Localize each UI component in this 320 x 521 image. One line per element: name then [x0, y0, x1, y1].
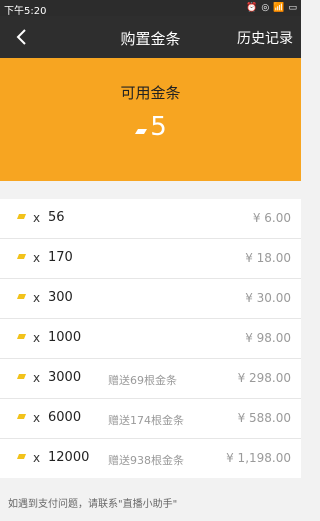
status-icons: ⏰ ◎ 📶 ▭	[246, 1, 297, 15]
list-item[interactable]: x 170 ¥ 18.00	[0, 239, 301, 279]
gold-bar-icon	[17, 414, 26, 419]
row-price: ¥ 98.00	[245, 331, 291, 345]
row-qty: 12000	[48, 450, 90, 465]
gold-bar-icon	[17, 254, 26, 259]
balance-panel: 可用金条 5	[0, 58, 301, 181]
row-price: ¥ 1,198.00	[226, 451, 291, 465]
footer: 如遇到支付问题，请联系"直播小助手"	[0, 485, 301, 521]
gold-bar-icon	[135, 129, 148, 134]
gold-bar-icon	[17, 214, 26, 219]
row-price: ¥ 30.00	[245, 291, 291, 305]
row-price: ¥ 18.00	[245, 251, 291, 265]
row-x: x	[33, 331, 41, 345]
row-bonus: 赠送174根金条	[108, 414, 184, 427]
list-item[interactable]: x 56 ¥ 6.00	[0, 199, 301, 239]
list-item[interactable]: x 1000 ¥ 98.00	[0, 319, 301, 359]
alarm-icon: ⏰	[246, 3, 258, 13]
support-note: 如遇到支付问题，请联系"直播小助手"	[8, 499, 178, 510]
row-qty: 6000	[48, 410, 82, 425]
battery-icon: ▭	[288, 3, 297, 13]
balance-label: 可用金条	[120, 84, 181, 102]
nav-bar: 购置金条 历史记录	[0, 16, 301, 58]
gold-bar-icon	[17, 374, 26, 379]
row-qty: 170	[48, 250, 73, 265]
list-item[interactable]: x 3000 赠送69根金条 ¥ 298.00	[0, 359, 301, 399]
gold-bar-icon	[17, 294, 26, 299]
row-x: x	[33, 411, 41, 425]
balance-number: 5	[150, 112, 167, 142]
list-item[interactable]: x 6000 赠送174根金条 ¥ 588.00	[0, 399, 301, 439]
row-bonus: 赠送938根金条	[108, 454, 184, 467]
row-price: ¥ 588.00	[237, 411, 291, 425]
list-item[interactable]: x 300 ¥ 30.00	[0, 279, 301, 319]
wifi-icon: 📶	[273, 3, 285, 13]
row-x: x	[33, 291, 41, 305]
gold-bar-icon	[17, 454, 26, 459]
row-qty: 56	[48, 210, 65, 225]
row-bonus: 赠送69根金条	[108, 374, 177, 387]
row-qty: 3000	[48, 370, 82, 385]
status-time: 下午5:20	[4, 6, 47, 17]
row-x: x	[33, 371, 41, 385]
balance-value: 5	[0, 112, 301, 142]
row-qty: 300	[48, 290, 73, 305]
headset-icon: ◎	[261, 3, 270, 13]
row-price: ¥ 298.00	[237, 371, 291, 385]
history-link[interactable]: 历史记录	[237, 28, 293, 48]
gold-bar-icon	[17, 334, 26, 339]
package-list: x 56 ¥ 6.00 x 170 ¥ 18.00 x 300 ¥ 30.00 …	[0, 199, 301, 478]
row-x: x	[33, 211, 41, 225]
row-price: ¥ 6.00	[252, 211, 291, 225]
row-x: x	[33, 251, 41, 265]
row-qty: 1000	[48, 330, 82, 345]
row-x: x	[33, 451, 41, 465]
status-bar: 下午5:20 ⏰ ◎ 📶 ▭	[0, 0, 301, 17]
list-item[interactable]: x 12000 赠送938根金条 ¥ 1,198.00	[0, 439, 301, 478]
